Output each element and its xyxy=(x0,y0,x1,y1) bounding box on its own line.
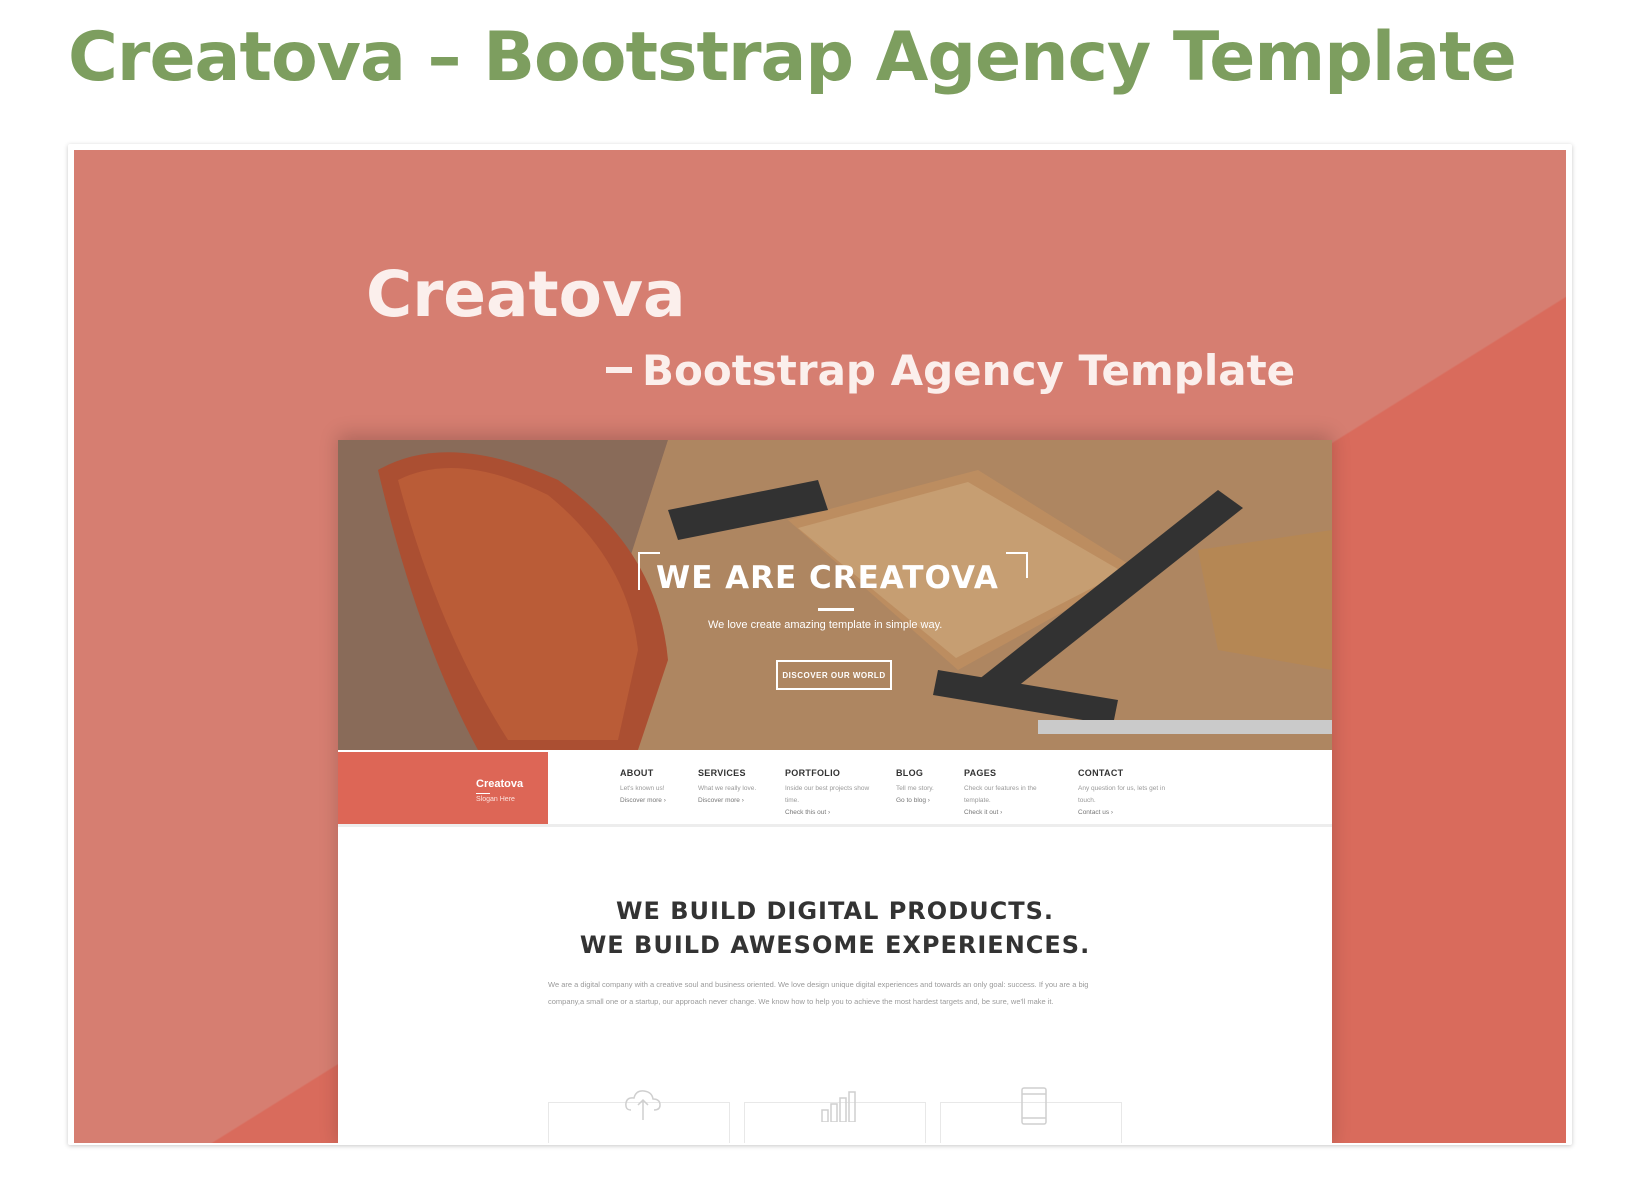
nav-desc: Inside our best projects show time. xyxy=(785,785,870,804)
cloud-upload-icon xyxy=(625,1090,661,1120)
nav-item-services[interactable]: SERVICES What we really love. Discover m… xyxy=(698,768,772,807)
hero-section: WE ARE CREATOVA We love create amazing t… xyxy=(338,440,1332,750)
nav-item-portfolio[interactable]: PORTFOLIO Inside our best projects show … xyxy=(785,768,871,819)
nav-item-pages[interactable]: PAGES Check our features in the template… xyxy=(964,768,1054,819)
nav-desc: Check our features in the template. xyxy=(964,785,1037,804)
brand-underline xyxy=(476,793,490,794)
hero-tagline: We love create amazing template in simpl… xyxy=(708,619,943,631)
nav-title: SERVICES xyxy=(698,768,746,778)
nav-desc: Tell me story. xyxy=(896,785,934,792)
website-mockup: WE ARE CREATOVA We love create amazing t… xyxy=(338,440,1332,1143)
page-title: Creatova – Bootstrap Agency Template xyxy=(68,18,1517,97)
headline-line-2: WE BUILD AWESOME EXPERIENCES. xyxy=(579,931,1091,959)
mobile-device-icon xyxy=(1021,1087,1047,1125)
nav-title: PORTFOLIO xyxy=(785,768,841,778)
section-headline: WE BUILD DIGITAL PRODUCTS. WE BUILD AWES… xyxy=(338,894,1332,962)
brand-logo[interactable]: Creatova Slogan Here xyxy=(338,752,548,824)
banner-subtitle: Bootstrap Agency Template xyxy=(642,346,1296,395)
hero-title: WE ARE CREATOVA xyxy=(656,560,999,596)
discover-button[interactable]: DISCOVER OUR WORLD xyxy=(776,660,892,690)
preview-banner: Creatova Bootstrap Agency Template WE AR… xyxy=(74,150,1566,1143)
nav-desc: What we really love. xyxy=(698,785,757,792)
bar-chart-icon xyxy=(821,1091,856,1122)
nav-title: PAGES xyxy=(964,768,997,778)
nav-title: CONTACT xyxy=(1078,768,1124,778)
nav-item-blog[interactable]: BLOG Tell me story. Go to blog › xyxy=(896,768,948,807)
hero-divider xyxy=(818,608,854,611)
banner-dash xyxy=(606,367,632,373)
hero-bracket-right xyxy=(1006,552,1028,578)
headline-line-1: WE BUILD DIGITAL PRODUCTS. xyxy=(616,897,1054,925)
banner-title: Creatova xyxy=(366,258,686,331)
template-preview-card[interactable]: Creatova Bootstrap Agency Template WE AR… xyxy=(68,144,1572,1145)
nav-link[interactable]: Contact us › xyxy=(1078,807,1168,819)
nav-title: BLOG xyxy=(896,768,924,778)
nav-link[interactable]: Check this out › xyxy=(785,807,871,819)
brand-slogan: Slogan Here xyxy=(476,796,515,803)
nav-link[interactable]: Discover more › xyxy=(698,795,772,807)
brand-name: Creatova xyxy=(476,778,524,790)
nav-item-contact[interactable]: CONTACT Any question for us, lets get in… xyxy=(1078,768,1168,819)
mockup-navbar: Creatova Slogan Here ABOUT Let's known u… xyxy=(338,752,1332,827)
nav-link[interactable]: Go to blog › xyxy=(896,795,948,807)
section-body: We are a digital company with a creative… xyxy=(548,980,1089,1006)
nav-link[interactable]: Check it out › xyxy=(964,807,1054,819)
nav-desc: Any question for us, lets get in touch. xyxy=(1078,785,1166,804)
intro-section: WE BUILD DIGITAL PRODUCTS. WE BUILD AWES… xyxy=(338,830,1332,1143)
